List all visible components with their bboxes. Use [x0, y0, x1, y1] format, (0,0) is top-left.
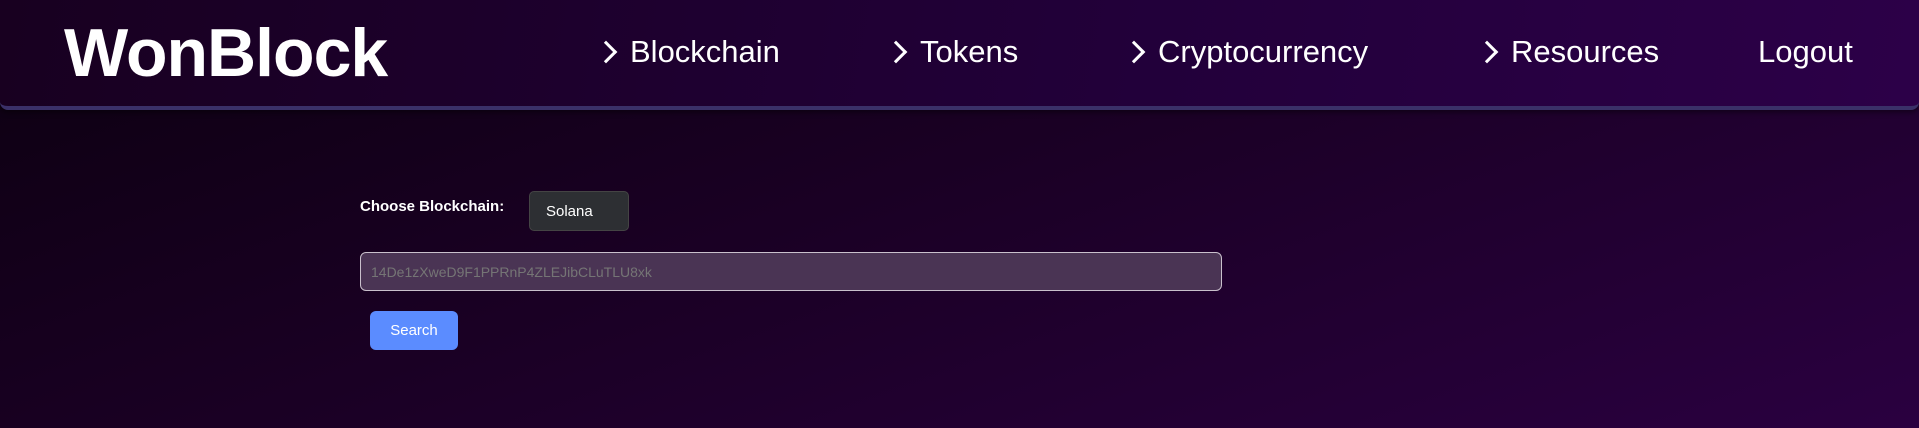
nav-label: Blockchain: [630, 34, 780, 69]
blockchain-select[interactable]: Solana: [529, 191, 629, 231]
logo[interactable]: WonBlock: [64, 14, 388, 92]
logout-link[interactable]: Logout: [1758, 34, 1853, 70]
nav-resources[interactable]: Resources: [1475, 34, 1660, 70]
chevron-right-icon: [594, 40, 618, 64]
nav-tokens[interactable]: Tokens: [884, 34, 1019, 70]
address-input[interactable]: [360, 252, 1222, 291]
chevron-right-icon: [1475, 40, 1499, 64]
nav-cryptocurrency[interactable]: Cryptocurrency: [1122, 34, 1369, 70]
header: WonBlock Blockchain Tokens Cryptocurrenc…: [0, 0, 1919, 110]
choose-blockchain-label: Choose Blockchain:: [360, 198, 505, 215]
nav-label: Cryptocurrency: [1158, 34, 1369, 69]
chevron-right-icon: [884, 40, 908, 64]
search-button[interactable]: Search: [370, 311, 458, 350]
nav-label: Tokens: [920, 34, 1019, 69]
nav-blockchain[interactable]: Blockchain: [594, 34, 780, 70]
nav-label: Resources: [1511, 34, 1660, 69]
chevron-right-icon: [1122, 40, 1146, 64]
